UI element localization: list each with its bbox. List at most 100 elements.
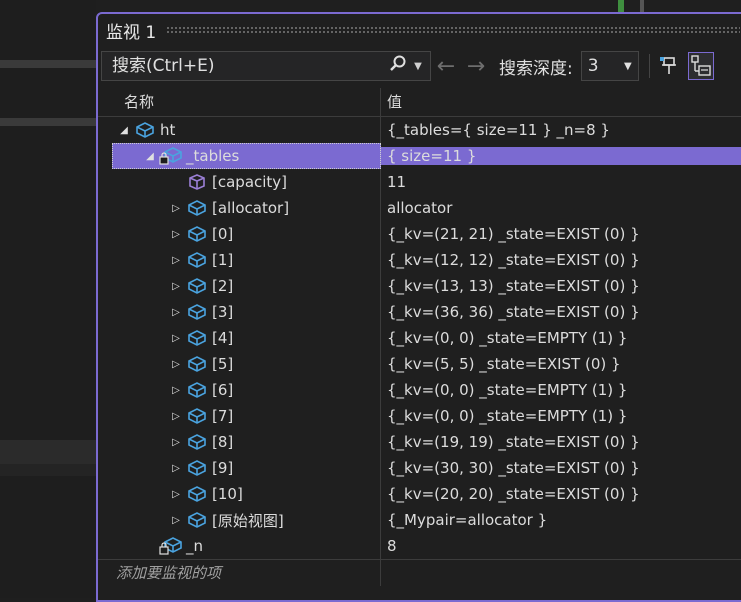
row-name-cell: ▷ [8] bbox=[112, 429, 381, 455]
table-row[interactable]: ◢ ht {_tables={ size=11 } _n=8 } bbox=[98, 117, 741, 143]
table-row[interactable]: _n 8 bbox=[98, 533, 741, 559]
table-row[interactable]: [capacity] 11 bbox=[98, 169, 741, 195]
expand-arrow-icon[interactable]: ▷ bbox=[170, 359, 182, 370]
object-icon bbox=[186, 432, 208, 452]
grid-header: 名称 值 bbox=[98, 88, 741, 117]
drag-grip[interactable] bbox=[166, 26, 740, 34]
table-row[interactable]: ▷ [4] {_kv=(0, 0) _state=EMPTY (1) } bbox=[98, 325, 741, 351]
row-name-cell: _n bbox=[112, 533, 381, 559]
background-editor bbox=[0, 0, 96, 598]
expand-arrow-icon[interactable]: ▷ bbox=[170, 307, 182, 318]
row-value[interactable]: {_tables={ size=11 } _n=8 } bbox=[381, 121, 741, 139]
row-name-cell: ▷ [0] bbox=[112, 221, 381, 247]
chevron-down-icon[interactable]: ▼ bbox=[410, 61, 426, 72]
toolbar: ▼ ← → 搜索深度: 3 ▼ bbox=[98, 46, 741, 86]
object-icon bbox=[186, 380, 208, 400]
row-name-cell: ◢ _tables bbox=[112, 143, 381, 169]
search-depth-select[interactable]: 3 ▼ bbox=[580, 51, 639, 81]
search-depth-value: 3 bbox=[587, 56, 599, 76]
background-panel bbox=[0, 440, 96, 464]
column-header-name[interactable]: 名称 bbox=[112, 88, 381, 116]
hierarchy-view-icon[interactable] bbox=[687, 52, 714, 80]
row-name: [4] bbox=[212, 329, 234, 347]
add-watch-placeholder[interactable]: 添加要监视的项 bbox=[116, 562, 221, 583]
expand-arrow-icon[interactable]: ▷ bbox=[170, 203, 182, 214]
background-divider bbox=[0, 118, 96, 126]
row-name: [9] bbox=[212, 459, 234, 477]
table-row[interactable]: ▷ [allocator] allocator bbox=[98, 195, 741, 221]
row-value[interactable]: 11 bbox=[381, 173, 741, 191]
search-prev-arrow-icon[interactable]: ← bbox=[431, 54, 461, 79]
background-top bbox=[96, 0, 741, 12]
expand-arrow-icon[interactable]: ▷ bbox=[170, 255, 182, 266]
row-value[interactable]: {_kv=(19, 19) _state=EXIST (0) } bbox=[381, 433, 741, 451]
object-icon bbox=[186, 250, 208, 270]
row-value[interactable]: allocator bbox=[381, 199, 741, 217]
object-icon bbox=[186, 354, 208, 374]
title-bar[interactable]: 监视 1 bbox=[98, 14, 741, 46]
table-row[interactable]: ◢ _tables { size=11 } bbox=[98, 143, 741, 169]
row-value[interactable]: {_kv=(0, 0) _state=EMPTY (1) } bbox=[381, 381, 741, 399]
row-name-cell: ▷ [4] bbox=[112, 325, 381, 351]
table-row[interactable]: ▷ [2] {_kv=(13, 13) _state=EXIST (0) } bbox=[98, 273, 741, 299]
row-name-cell: ▷ [9] bbox=[112, 455, 381, 481]
row-name: [10] bbox=[212, 485, 243, 503]
row-value[interactable]: {_kv=(13, 13) _state=EXIST (0) } bbox=[381, 277, 741, 295]
collapse-arrow-icon[interactable]: ◢ bbox=[144, 151, 156, 162]
expand-arrow-icon[interactable]: ▷ bbox=[170, 281, 182, 292]
expand-arrow-icon[interactable]: ▷ bbox=[170, 463, 182, 474]
expand-arrow-icon[interactable]: ▷ bbox=[170, 333, 182, 344]
row-value[interactable]: {_kv=(21, 21) _state=EXIST (0) } bbox=[381, 225, 741, 243]
row-name: [原始视图] bbox=[212, 511, 284, 530]
row-value[interactable]: {_Mypair=allocator } bbox=[381, 511, 741, 529]
row-name-cell: ▷ [3] bbox=[112, 299, 381, 325]
expand-arrow-icon[interactable]: ▷ bbox=[170, 437, 182, 448]
row-name-cell: ▷ [原始视图] bbox=[112, 507, 381, 533]
expand-arrow-icon[interactable]: ▷ bbox=[170, 489, 182, 500]
row-value[interactable]: {_kv=(20, 20) _state=EXIST (0) } bbox=[381, 485, 741, 503]
row-name: _tables bbox=[186, 147, 240, 165]
row-name: [allocator] bbox=[212, 199, 290, 217]
row-value[interactable]: {_kv=(0, 0) _state=EMPTY (1) } bbox=[381, 407, 741, 425]
row-value[interactable]: 8 bbox=[381, 537, 741, 555]
row-value[interactable]: {_kv=(30, 30) _state=EXIST (0) } bbox=[381, 459, 741, 477]
table-row[interactable]: ▷ [7] {_kv=(0, 0) _state=EMPTY (1) } bbox=[98, 403, 741, 429]
row-name: [0] bbox=[212, 225, 234, 243]
background-divider bbox=[0, 60, 96, 68]
table-row[interactable]: ▷ [1] {_kv=(12, 12) _state=EXIST (0) } bbox=[98, 247, 741, 273]
row-name-cell: ◢ ht bbox=[112, 117, 381, 143]
row-name-cell: ▷ [2] bbox=[112, 273, 381, 299]
row-value[interactable]: {_kv=(12, 12) _state=EXIST (0) } bbox=[381, 251, 741, 269]
pin-icon[interactable] bbox=[656, 52, 682, 80]
column-header-value[interactable]: 值 bbox=[381, 88, 741, 116]
expand-arrow-icon[interactable]: ▷ bbox=[170, 515, 182, 526]
search-input[interactable] bbox=[110, 55, 386, 77]
table-row[interactable]: ▷ [5] {_kv=(5, 5) _state=EXIST (0) } bbox=[98, 351, 741, 377]
row-name-cell: ▷ [10] bbox=[112, 481, 381, 507]
row-name-cell: ▷ [1] bbox=[112, 247, 381, 273]
expand-arrow-icon[interactable]: ▷ bbox=[170, 229, 182, 240]
row-value[interactable]: {_kv=(36, 36) _state=EXIST (0) } bbox=[381, 303, 741, 321]
row-name: [3] bbox=[212, 303, 234, 321]
add-watch-row[interactable]: 添加要监视的项 bbox=[98, 559, 741, 586]
search-icon[interactable] bbox=[386, 54, 410, 79]
row-name: [capacity] bbox=[212, 173, 288, 191]
table-row[interactable]: ▷ [原始视图] {_Mypair=allocator } bbox=[98, 507, 741, 533]
collapse-arrow-icon[interactable]: ◢ bbox=[118, 125, 130, 136]
row-value[interactable]: {_kv=(0, 0) _state=EMPTY (1) } bbox=[381, 329, 741, 347]
table-row[interactable]: ▷ [8] {_kv=(19, 19) _state=EXIST (0) } bbox=[98, 429, 741, 455]
table-row[interactable]: ▷ [9] {_kv=(30, 30) _state=EXIST (0) } bbox=[98, 455, 741, 481]
search-next-arrow-icon[interactable]: → bbox=[461, 54, 491, 79]
row-value[interactable]: { size=11 } bbox=[381, 147, 741, 165]
object-icon bbox=[134, 120, 156, 140]
property-cube-icon bbox=[186, 172, 208, 192]
row-value[interactable]: {_kv=(5, 5) _state=EXIST (0) } bbox=[381, 355, 741, 373]
expand-arrow-icon[interactable]: ▷ bbox=[170, 411, 182, 422]
object-icon bbox=[186, 224, 208, 244]
table-row[interactable]: ▷ [0] {_kv=(21, 21) _state=EXIST (0) } bbox=[98, 221, 741, 247]
row-name-cell: ▷ [6] bbox=[112, 377, 381, 403]
expand-arrow-icon[interactable]: ▷ bbox=[170, 385, 182, 396]
table-row[interactable]: ▷ [10] {_kv=(20, 20) _state=EXIST (0) } bbox=[98, 481, 741, 507]
table-row[interactable]: ▷ [6] {_kv=(0, 0) _state=EMPTY (1) } bbox=[98, 377, 741, 403]
table-row[interactable]: ▷ [3] {_kv=(36, 36) _state=EXIST (0) } bbox=[98, 299, 741, 325]
